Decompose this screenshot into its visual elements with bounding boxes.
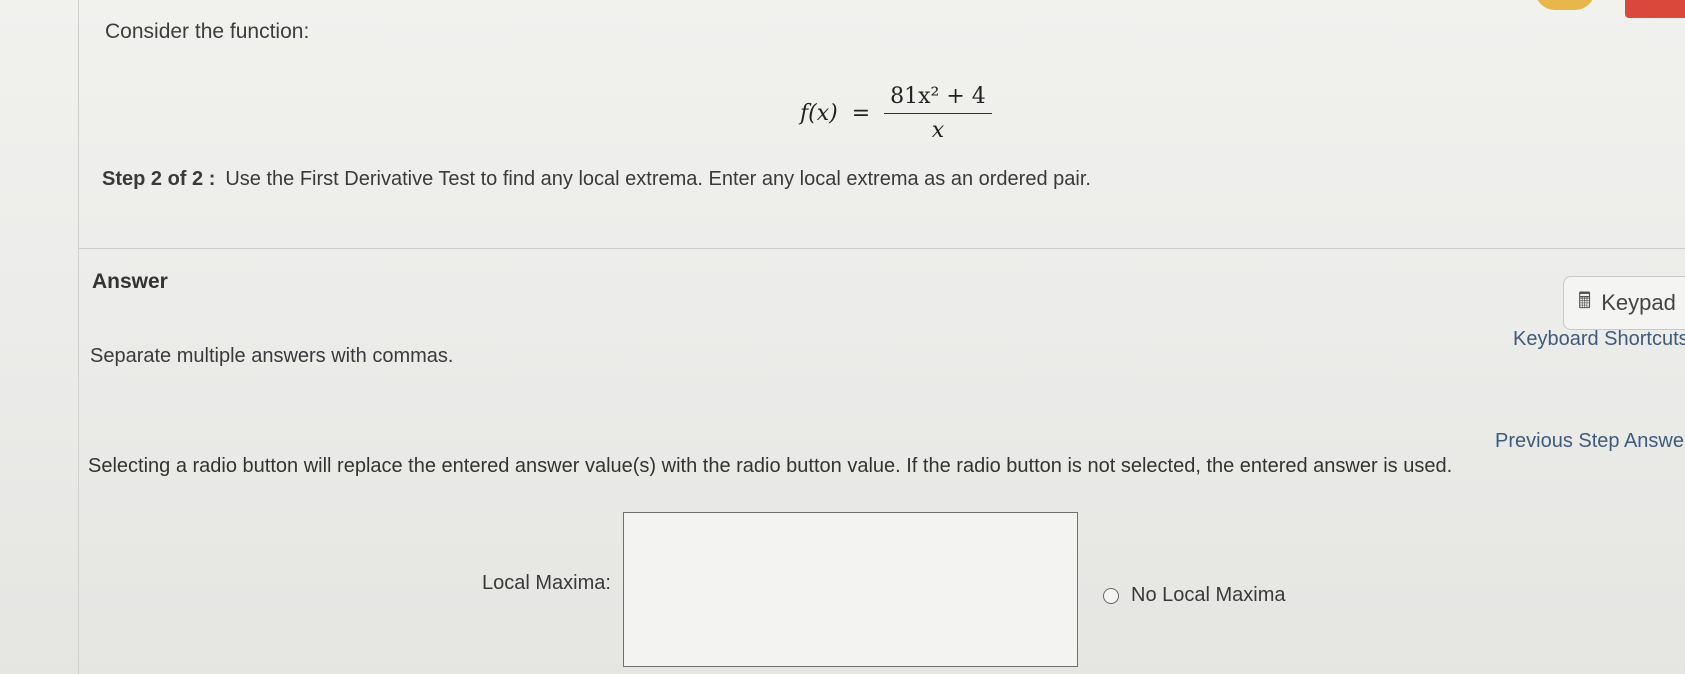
no-local-maxima-label: No Local Maxima xyxy=(1131,584,1286,606)
corner-tab[interactable] xyxy=(1625,0,1685,18)
content-left-border xyxy=(78,0,79,674)
formula-equals: = xyxy=(851,101,871,126)
formula-numerator: 81x² + 4 xyxy=(884,84,992,114)
calculator-icon: 🖩 xyxy=(1578,288,1592,313)
radio-circle-icon[interactable] xyxy=(1103,587,1119,604)
formula-denominator: x xyxy=(931,118,945,143)
previous-step-answers-link[interactable]: Previous Step Answers xyxy=(1495,430,1685,453)
keypad-button[interactable]: 🖩 Keypad xyxy=(1563,276,1685,330)
step-instruction: Step 2 of 2 : Use the First Derivative Te… xyxy=(102,168,1091,191)
answer-heading: Answer xyxy=(92,270,168,293)
local-maxima-input[interactable] xyxy=(623,512,1078,667)
keyboard-shortcuts-link[interactable]: Keyboard Shortcuts xyxy=(1513,328,1685,351)
no-local-maxima-radio[interactable]: No Local Maxima xyxy=(1103,584,1286,607)
page: Consider the function: f(x) = 81x² + 4 x… xyxy=(0,0,1685,674)
formula-lhs: f(x) xyxy=(800,101,838,126)
keypad-label: Keypad xyxy=(1601,290,1676,315)
radio-button-note: Selecting a radio button will replace th… xyxy=(88,455,1453,477)
question-intro: Consider the function: xyxy=(105,20,310,43)
step-text: Use the First Derivative Test to find an… xyxy=(225,168,1091,190)
user-avatar[interactable] xyxy=(1535,0,1595,10)
function-formula: f(x) = 81x² + 4 x xyxy=(800,84,992,143)
section-divider xyxy=(78,248,1685,249)
step-label: Step 2 of 2 : xyxy=(102,168,216,190)
separate-answers-note: Separate multiple answers with commas. xyxy=(90,345,454,367)
local-maxima-label: Local Maxima: xyxy=(482,572,611,594)
formula-fraction: 81x² + 4 x xyxy=(884,84,992,143)
